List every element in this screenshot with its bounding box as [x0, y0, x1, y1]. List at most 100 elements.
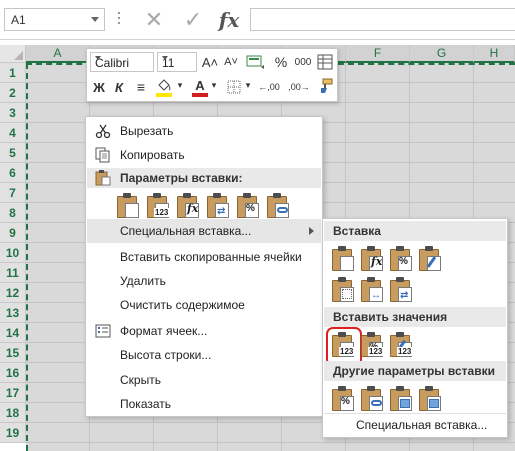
menu-item-insert-copied[interactable]: Вставить скопированные ячейки	[87, 245, 321, 269]
row-header[interactable]: 17	[0, 383, 26, 403]
menu-item-paste-special-dialog[interactable]: Специальная вставка...	[324, 413, 506, 435]
row-header[interactable]: 7	[0, 183, 26, 203]
number-format-icon[interactable]	[244, 52, 268, 72]
menu-item-clear[interactable]: Очистить содержимое	[87, 293, 321, 317]
formula-bar: A1 ✕ ✓ fx	[0, 0, 515, 40]
name-box-value: A1	[11, 13, 26, 27]
paste-formulas-icon[interactable]: fx	[176, 193, 200, 219]
paste-formatting-icon[interactable]: %	[236, 193, 260, 219]
paste-options-header: Параметры вставки:	[87, 168, 321, 188]
row-header[interactable]: 15	[0, 343, 26, 363]
align-center-button[interactable]: ≡	[131, 77, 151, 97]
paste-values-source-format-icon[interactable]: 123	[389, 332, 413, 358]
menu-item-format-cells[interactable]: Формат ячеек...	[87, 319, 321, 343]
paste-formulas-number-format-icon[interactable]: %	[389, 246, 413, 272]
paste-formulas-icon[interactable]: fx	[360, 246, 384, 272]
paste-values-number-format-icon[interactable]: % 123	[360, 332, 384, 358]
row-header[interactable]: 3	[0, 103, 26, 123]
column-header-a[interactable]: A	[26, 45, 90, 63]
paste-link-icon[interactable]	[266, 193, 290, 219]
paste-values-icon[interactable]: 123	[146, 193, 170, 219]
bold-button[interactable]: Ж	[90, 77, 108, 97]
mini-toolbar: Calibri 11 A˄ A˅ % 000 Ж К ≡ ▾ A ▾ ▾ ←,0…	[86, 48, 338, 102]
row-header[interactable]: 4	[0, 123, 26, 143]
font-color-button[interactable]: A	[191, 75, 209, 95]
thousands-separator-button[interactable]: 000	[292, 52, 314, 72]
font-size-select[interactable]: 11	[157, 52, 197, 72]
menu-item-delete[interactable]: Удалить	[87, 269, 321, 293]
menu-item-label: Специальная вставка...	[120, 224, 252, 238]
row-header[interactable]: 14	[0, 323, 26, 343]
borders-icon[interactable]	[225, 77, 243, 97]
row-header[interactable]: 19	[0, 423, 26, 443]
paste-transpose-icon[interactable]: ⇄	[389, 277, 413, 303]
paste-linked-picture-icon[interactable]	[418, 386, 442, 412]
paste-formatting-icon[interactable]: %	[331, 386, 355, 412]
row-header[interactable]: 6	[0, 163, 26, 183]
paste-transpose-icon[interactable]: ⇄	[206, 193, 230, 219]
increase-decimal-button[interactable]: ,00→	[285, 77, 313, 97]
column-header-g[interactable]: G	[410, 45, 474, 63]
percent-label: %	[246, 203, 255, 214]
paste-special-submenu: Вставка fx % ↔ ⇄ Вставить значения 123 %…	[322, 218, 508, 438]
chevron-down-icon[interactable]: ▾	[209, 75, 219, 95]
paste-section-header: Вставка	[324, 221, 506, 241]
menu-item-copy[interactable]: Копировать	[87, 143, 321, 167]
format-cells-icon	[95, 323, 111, 339]
format-table-icon[interactable]	[315, 52, 335, 72]
paste-column-widths-icon[interactable]: ↔	[360, 277, 384, 303]
row-header[interactable]: 18	[0, 403, 26, 423]
percent-style-button[interactable]: %	[271, 52, 291, 72]
row-header[interactable]: 13	[0, 303, 26, 323]
row-header[interactable]: 12	[0, 283, 26, 303]
name-box[interactable]: A1	[4, 8, 105, 31]
chevron-down-icon[interactable]: ▾	[243, 75, 253, 95]
menu-item-cut[interactable]: Вырезать	[87, 119, 321, 143]
section-label: Другие параметры вставки	[333, 364, 495, 378]
row-header[interactable]: 8	[0, 203, 26, 223]
row-header[interactable]: 5	[0, 143, 26, 163]
chevron-down-icon[interactable]	[162, 56, 168, 60]
row-header[interactable]: 10	[0, 243, 26, 263]
context-menu: Вырезать Копировать Параметры вставки: 1…	[85, 116, 323, 417]
menu-item-paste-special[interactable]: Специальная вставка...	[87, 219, 321, 243]
chevron-down-icon[interactable]	[91, 17, 99, 22]
menu-item-show[interactable]: Показать	[87, 392, 321, 416]
row-header[interactable]: 9	[0, 223, 26, 243]
menu-item-label: Высота строки...	[120, 348, 212, 362]
paste-values-section-header: Вставить значения	[324, 307, 506, 327]
resize-handle[interactable]	[118, 12, 121, 28]
chevron-down-icon[interactable]	[95, 56, 101, 60]
paste-link-icon[interactable]	[360, 386, 384, 412]
paste-picture-icon[interactable]	[389, 386, 413, 412]
italic-button[interactable]: К	[110, 77, 128, 97]
enter-icon[interactable]: ✓	[180, 7, 206, 32]
fill-color-icon[interactable]	[153, 75, 175, 95]
menu-item-label: Очистить содержимое	[120, 298, 245, 312]
menu-item-row-height[interactable]: Высота строки...	[87, 343, 321, 367]
row-header[interactable]: 1	[0, 63, 26, 83]
chevron-down-icon[interactable]: ▾	[175, 75, 185, 95]
paste-no-borders-icon[interactable]	[331, 277, 355, 303]
format-painter-icon[interactable]	[315, 76, 335, 96]
decrease-decimal-button[interactable]: ←,00	[255, 77, 283, 97]
paste-values-icon[interactable]: 123	[326, 327, 362, 367]
row-header[interactable]: 2	[0, 83, 26, 103]
paste-icon[interactable]	[331, 246, 355, 272]
menu-item-hide[interactable]: Скрыть	[87, 368, 321, 392]
column-header-h[interactable]: H	[474, 45, 515, 63]
column-header-f[interactable]: F	[346, 45, 410, 63]
grow-font-button[interactable]: A˄	[200, 52, 220, 72]
row-header[interactable]: 16	[0, 363, 26, 383]
select-all-corner[interactable]	[0, 45, 26, 63]
section-label: Вставить значения	[333, 310, 448, 324]
formula-input[interactable]	[250, 8, 515, 31]
formula-label: fx	[187, 202, 199, 215]
insert-function-button[interactable]: fx	[216, 8, 242, 32]
row-header[interactable]: 11	[0, 263, 26, 283]
cancel-icon[interactable]: ✕	[141, 7, 167, 32]
font-family-select[interactable]: Calibri	[90, 52, 154, 72]
paste-icon[interactable]	[116, 193, 140, 219]
paste-keep-source-format-icon[interactable]	[418, 246, 442, 272]
shrink-font-button[interactable]: A˅	[221, 52, 241, 72]
